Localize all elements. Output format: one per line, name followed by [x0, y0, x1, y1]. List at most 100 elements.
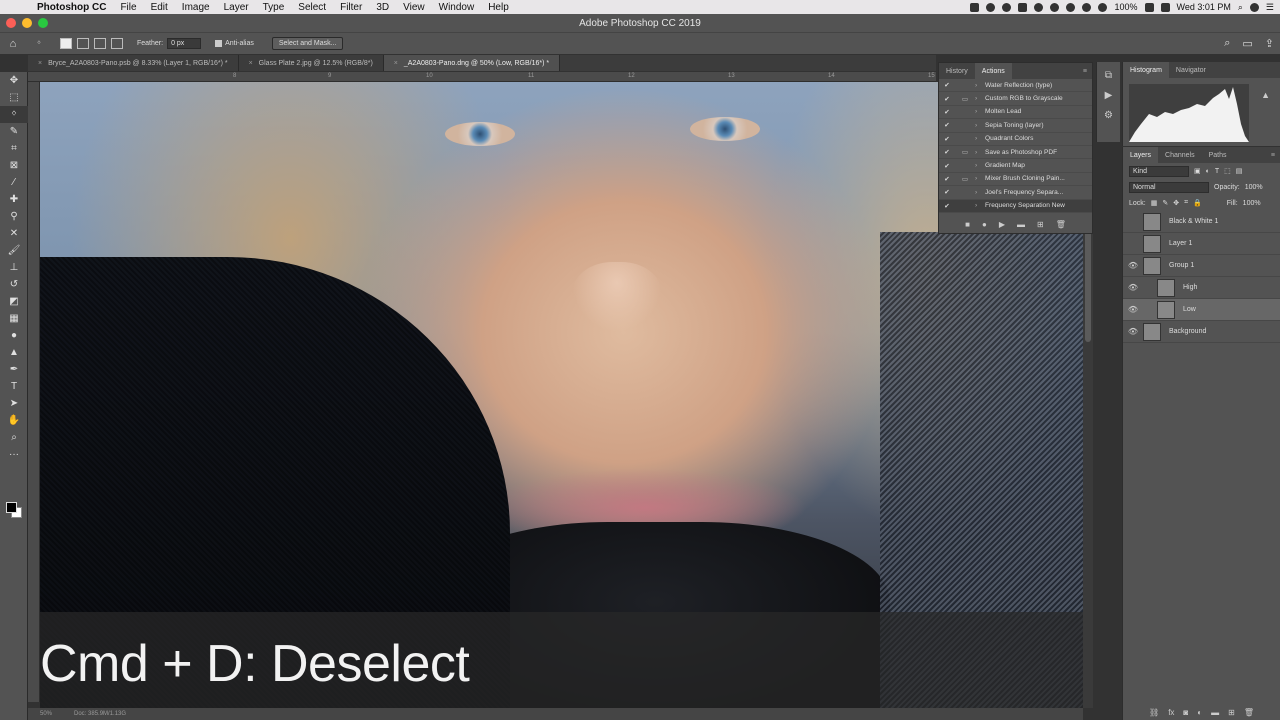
dodge-tool-icon[interactable]: ▲ — [0, 344, 28, 361]
clock[interactable]: Wed 3:01 PM — [1177, 2, 1231, 12]
visibility-eye-icon[interactable]: 👁 — [1123, 283, 1143, 292]
brush-tool-icon[interactable]: 🖌 — [0, 242, 28, 259]
layer-name[interactable]: Group 1 — [1169, 262, 1194, 269]
layer-row[interactable]: 👁 Group 1 — [1123, 255, 1280, 277]
tab-actions[interactable]: Actions — [974, 63, 1012, 79]
menu-3d[interactable]: 3D — [369, 2, 396, 13]
antialias-checkbox[interactable] — [215, 40, 223, 47]
move-tool-icon[interactable]: ✥ — [0, 72, 28, 89]
document-canvas[interactable]: Cmd + D: Deselect — [40, 82, 1083, 708]
menu-help[interactable]: Help — [481, 2, 516, 13]
menu-edit[interactable]: Edit — [144, 2, 175, 13]
add-mask-icon[interactable]: ◙ — [1183, 708, 1188, 717]
screen-record-icon[interactable] — [1002, 2, 1012, 12]
eyedropper-tool-icon[interactable]: ⁄ — [0, 174, 28, 191]
tab-navigator[interactable]: Navigator — [1169, 62, 1213, 78]
app-status-icon[interactable] — [1018, 2, 1028, 12]
kind-filter-select[interactable]: Kind — [1129, 165, 1189, 177]
menu-photoshop[interactable]: Photoshop CC — [30, 2, 113, 13]
opacity-value[interactable]: 100% — [1245, 184, 1263, 191]
bluetooth-icon[interactable] — [1066, 2, 1076, 12]
zoom-level[interactable]: 50% — [40, 711, 52, 717]
type-tool-icon[interactable]: T — [0, 378, 28, 395]
action-item[interactable]: ✔ › Gradient Map — [939, 159, 1092, 173]
new-group-icon[interactable]: ▬ — [1211, 708, 1219, 717]
menu-view[interactable]: View — [396, 2, 432, 13]
dialog-toggle-icon[interactable]: ▭ — [955, 175, 975, 183]
layer-row[interactable]: Black & White 1 — [1123, 211, 1280, 233]
expand-chevron-icon[interactable]: › — [975, 149, 985, 156]
layer-style-icon[interactable]: fx — [1168, 708, 1174, 717]
layer-row[interactable]: 👁 High — [1123, 277, 1280, 299]
new-action-icon[interactable]: ⊞ — [1037, 220, 1044, 229]
action-enabled-check-icon[interactable]: ✔ — [939, 81, 955, 89]
frame-tool-icon[interactable]: ⊠ — [0, 157, 28, 174]
expand-chevron-icon[interactable]: › — [975, 95, 985, 102]
content-aware-move-tool-icon[interactable]: ✕ — [0, 225, 28, 242]
lock-position-icon[interactable]: ✥ — [1173, 199, 1179, 207]
feather-input[interactable]: 0 px — [167, 38, 202, 49]
dialog-toggle-icon[interactable]: ▭ — [955, 95, 975, 103]
layer-row[interactable]: 👁 Background — [1123, 321, 1280, 343]
action-item[interactable]: ✔ ▭ › Save as Photoshop PDF — [939, 146, 1092, 160]
adjustment-layer-icon[interactable]: ◐ — [1197, 708, 1202, 717]
tab-document-3[interactable]: × _A2A0803-Pano.dng @ 50% (Low, RGB/16*)… — [383, 55, 561, 71]
link-layers-icon[interactable]: ⛓ — [1149, 708, 1159, 717]
expand-chevron-icon[interactable]: › — [975, 189, 985, 196]
menu-type[interactable]: Type — [256, 2, 292, 13]
delete-action-icon[interactable]: 🗑 — [1056, 220, 1066, 229]
filter-smart-icon[interactable]: ▤ — [1236, 167, 1243, 175]
menu-select[interactable]: Select — [291, 2, 333, 13]
pen-tool-icon[interactable]: ✒ — [0, 361, 28, 378]
action-enabled-check-icon[interactable]: ✔ — [939, 148, 955, 156]
foreground-color-swatch[interactable] — [6, 502, 17, 513]
zoom-tool-icon[interactable]: ⌕ — [0, 429, 28, 446]
expand-chevron-icon[interactable]: › — [975, 82, 985, 89]
tab-document-2[interactable]: × Glass Plate 2.jpg @ 12.5% (RGB/8*) — [239, 55, 384, 71]
action-enabled-check-icon[interactable]: ✔ — [939, 188, 955, 196]
dropbox-icon[interactable] — [970, 2, 980, 12]
tab-paths[interactable]: Paths — [1202, 147, 1234, 163]
action-item[interactable]: ✔ ▭ › Mixer Brush Cloning Pain... — [939, 173, 1092, 187]
close-tab-icon[interactable]: × — [394, 60, 398, 67]
history-dock-icon[interactable]: ⧉ — [1105, 70, 1112, 81]
lock-all-icon[interactable]: 🔒 — [1193, 199, 1202, 207]
creative-cloud-icon[interactable] — [986, 2, 996, 12]
play-icon[interactable]: ▶ — [999, 220, 1005, 229]
lasso-tool-preset-icon[interactable]: ᛜ — [32, 37, 46, 51]
subtract-selection-mode-icon[interactable] — [94, 38, 106, 49]
delete-layer-icon[interactable]: 🗑 — [1244, 708, 1254, 717]
action-item[interactable]: ✔ › Water Reflection (type) — [939, 79, 1092, 93]
layer-row[interactable]: Layer 1 — [1123, 233, 1280, 255]
more-tools-icon[interactable]: ··· — [0, 446, 28, 463]
battery-icon[interactable] — [1144, 2, 1154, 12]
clone-stamp-tool-icon[interactable]: ⊥ — [0, 259, 28, 276]
action-item[interactable]: ✔ › Joel's Frequency Separa... — [939, 186, 1092, 200]
properties-dock-icon[interactable]: ⚙ — [1104, 110, 1113, 121]
record-icon[interactable]: ● — [982, 220, 987, 229]
action-enabled-check-icon[interactable]: ✔ — [939, 162, 955, 170]
volume-icon[interactable] — [1082, 2, 1092, 12]
action-enabled-check-icon[interactable]: ✔ — [939, 95, 955, 103]
time-machine-icon[interactable] — [1050, 2, 1060, 12]
stop-recording-icon[interactable]: ■ — [965, 220, 970, 229]
layer-name[interactable]: High — [1183, 284, 1197, 291]
visibility-eye-icon[interactable]: 👁 — [1123, 261, 1143, 270]
action-item[interactable]: ✔ › Quadrant Colors — [939, 133, 1092, 146]
filter-type-icon[interactable]: T — [1215, 168, 1219, 175]
select-and-mask-button[interactable]: Select and Mask... — [271, 37, 344, 50]
menu-filter[interactable]: Filter — [333, 2, 369, 13]
layer-row[interactable]: 👁 Low — [1123, 299, 1280, 321]
path-selection-tool-icon[interactable]: ➤ — [0, 395, 28, 412]
filter-adjust-icon[interactable]: ◐ — [1206, 168, 1210, 175]
tab-layers[interactable]: Layers — [1123, 147, 1159, 163]
minimize-window-icon[interactable] — [22, 18, 32, 28]
new-layer-icon[interactable]: ⊞ — [1228, 708, 1235, 717]
panel-menu-icon[interactable]: ≡ — [1083, 68, 1092, 75]
blend-mode-select[interactable]: Normal — [1129, 181, 1209, 193]
menu-file[interactable]: File — [113, 2, 143, 13]
hand-tool-icon[interactable]: ✋ — [0, 412, 28, 429]
menu-layer[interactable]: Layer — [217, 2, 256, 13]
gradient-tool-icon[interactable]: ▦ — [0, 310, 28, 327]
layer-name[interactable]: Low — [1183, 306, 1196, 313]
